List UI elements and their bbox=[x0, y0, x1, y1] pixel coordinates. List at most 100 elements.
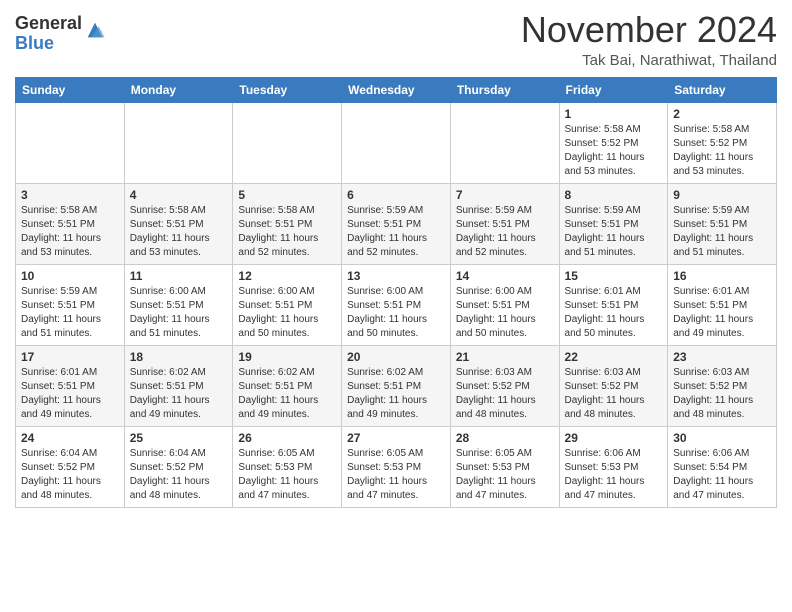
day-sunset: Sunset: 5:54 PM bbox=[673, 462, 747, 473]
day-daylight: Daylight: 11 hours and 47 minutes. bbox=[565, 476, 645, 501]
day-number: 29 bbox=[565, 431, 663, 445]
calendar-cell: 25 Sunrise: 6:04 AM Sunset: 5:52 PM Dayl… bbox=[124, 426, 233, 507]
calendar-cell: 21 Sunrise: 6:03 AM Sunset: 5:52 PM Dayl… bbox=[450, 345, 559, 426]
calendar-cell: 15 Sunrise: 6:01 AM Sunset: 5:51 PM Dayl… bbox=[559, 264, 668, 345]
day-number: 10 bbox=[21, 269, 119, 283]
calendar-cell: 2 Sunrise: 5:58 AM Sunset: 5:52 PM Dayli… bbox=[668, 102, 777, 183]
day-sunset: Sunset: 5:52 PM bbox=[673, 381, 747, 392]
day-daylight: Daylight: 11 hours and 48 minutes. bbox=[21, 476, 101, 501]
day-daylight: Daylight: 11 hours and 47 minutes. bbox=[347, 476, 427, 501]
day-sunset: Sunset: 5:51 PM bbox=[673, 300, 747, 311]
day-daylight: Daylight: 11 hours and 49 minutes. bbox=[673, 314, 753, 339]
day-number: 6 bbox=[347, 188, 445, 202]
calendar-cell bbox=[16, 102, 125, 183]
weekday-header: Saturday bbox=[668, 77, 777, 102]
calendar-cell: 24 Sunrise: 6:04 AM Sunset: 5:52 PM Dayl… bbox=[16, 426, 125, 507]
header: General Blue November 2024 Tak Bai, Nara… bbox=[15, 10, 777, 69]
calendar-cell: 19 Sunrise: 6:02 AM Sunset: 5:51 PM Dayl… bbox=[233, 345, 342, 426]
logo-icon bbox=[84, 19, 106, 41]
calendar-cell bbox=[342, 102, 451, 183]
calendar-cell: 18 Sunrise: 6:02 AM Sunset: 5:51 PM Dayl… bbox=[124, 345, 233, 426]
day-sunset: Sunset: 5:51 PM bbox=[21, 300, 95, 311]
day-sunrise: Sunrise: 6:00 AM bbox=[456, 286, 532, 297]
day-sunset: Sunset: 5:51 PM bbox=[565, 300, 639, 311]
day-number: 22 bbox=[565, 350, 663, 364]
day-sunrise: Sunrise: 6:03 AM bbox=[456, 367, 532, 378]
day-number: 21 bbox=[456, 350, 554, 364]
day-sunrise: Sunrise: 6:02 AM bbox=[238, 367, 314, 378]
day-sunset: Sunset: 5:51 PM bbox=[238, 219, 312, 230]
calendar-cell: 13 Sunrise: 6:00 AM Sunset: 5:51 PM Dayl… bbox=[342, 264, 451, 345]
day-number: 16 bbox=[673, 269, 771, 283]
title-area: November 2024 Tak Bai, Narathiwat, Thail… bbox=[521, 10, 777, 69]
day-daylight: Daylight: 11 hours and 51 minutes. bbox=[673, 233, 753, 258]
calendar-cell: 29 Sunrise: 6:06 AM Sunset: 5:53 PM Dayl… bbox=[559, 426, 668, 507]
day-sunrise: Sunrise: 6:04 AM bbox=[21, 448, 97, 459]
day-sunrise: Sunrise: 6:05 AM bbox=[456, 448, 532, 459]
day-daylight: Daylight: 11 hours and 52 minutes. bbox=[238, 233, 318, 258]
day-sunset: Sunset: 5:53 PM bbox=[456, 462, 530, 473]
day-number: 7 bbox=[456, 188, 554, 202]
day-number: 17 bbox=[21, 350, 119, 364]
weekday-header: Sunday bbox=[16, 77, 125, 102]
day-sunrise: Sunrise: 5:59 AM bbox=[347, 205, 423, 216]
day-sunrise: Sunrise: 5:58 AM bbox=[130, 205, 206, 216]
day-sunrise: Sunrise: 5:58 AM bbox=[565, 124, 641, 135]
day-sunset: Sunset: 5:52 PM bbox=[673, 138, 747, 149]
day-sunset: Sunset: 5:51 PM bbox=[21, 381, 95, 392]
day-sunrise: Sunrise: 6:06 AM bbox=[565, 448, 641, 459]
day-sunrise: Sunrise: 6:02 AM bbox=[130, 367, 206, 378]
day-sunrise: Sunrise: 5:59 AM bbox=[565, 205, 641, 216]
day-daylight: Daylight: 11 hours and 49 minutes. bbox=[21, 395, 101, 420]
day-number: 1 bbox=[565, 107, 663, 121]
day-daylight: Daylight: 11 hours and 53 minutes. bbox=[673, 152, 753, 177]
day-sunrise: Sunrise: 6:01 AM bbox=[673, 286, 749, 297]
day-sunset: Sunset: 5:51 PM bbox=[456, 219, 530, 230]
day-number: 19 bbox=[238, 350, 336, 364]
day-sunset: Sunset: 5:53 PM bbox=[347, 462, 421, 473]
day-number: 23 bbox=[673, 350, 771, 364]
day-sunset: Sunset: 5:51 PM bbox=[347, 381, 421, 392]
calendar-week-row: 24 Sunrise: 6:04 AM Sunset: 5:52 PM Dayl… bbox=[16, 426, 777, 507]
day-number: 24 bbox=[21, 431, 119, 445]
day-daylight: Daylight: 11 hours and 50 minutes. bbox=[565, 314, 645, 339]
logo-general: General bbox=[15, 14, 82, 34]
day-number: 28 bbox=[456, 431, 554, 445]
day-daylight: Daylight: 11 hours and 47 minutes. bbox=[238, 476, 318, 501]
day-sunrise: Sunrise: 5:58 AM bbox=[21, 205, 97, 216]
day-sunrise: Sunrise: 6:00 AM bbox=[238, 286, 314, 297]
day-daylight: Daylight: 11 hours and 53 minutes. bbox=[130, 233, 210, 258]
day-number: 2 bbox=[673, 107, 771, 121]
day-sunset: Sunset: 5:51 PM bbox=[238, 300, 312, 311]
calendar-cell: 6 Sunrise: 5:59 AM Sunset: 5:51 PM Dayli… bbox=[342, 183, 451, 264]
day-sunset: Sunset: 5:52 PM bbox=[565, 381, 639, 392]
calendar-cell bbox=[233, 102, 342, 183]
day-sunrise: Sunrise: 6:01 AM bbox=[21, 367, 97, 378]
day-number: 18 bbox=[130, 350, 228, 364]
weekday-header: Tuesday bbox=[233, 77, 342, 102]
calendar-cell: 1 Sunrise: 5:58 AM Sunset: 5:52 PM Dayli… bbox=[559, 102, 668, 183]
day-sunset: Sunset: 5:51 PM bbox=[130, 300, 204, 311]
day-sunrise: Sunrise: 6:03 AM bbox=[673, 367, 749, 378]
day-sunset: Sunset: 5:51 PM bbox=[347, 219, 421, 230]
calendar-cell: 30 Sunrise: 6:06 AM Sunset: 5:54 PM Dayl… bbox=[668, 426, 777, 507]
day-daylight: Daylight: 11 hours and 52 minutes. bbox=[347, 233, 427, 258]
month-title: November 2024 bbox=[521, 10, 777, 50]
day-number: 3 bbox=[21, 188, 119, 202]
day-sunset: Sunset: 5:51 PM bbox=[238, 381, 312, 392]
day-daylight: Daylight: 11 hours and 53 minutes. bbox=[565, 152, 645, 177]
calendar-cell: 27 Sunrise: 6:05 AM Sunset: 5:53 PM Dayl… bbox=[342, 426, 451, 507]
day-daylight: Daylight: 11 hours and 51 minutes. bbox=[130, 314, 210, 339]
day-sunset: Sunset: 5:53 PM bbox=[238, 462, 312, 473]
calendar-cell: 20 Sunrise: 6:02 AM Sunset: 5:51 PM Dayl… bbox=[342, 345, 451, 426]
day-sunset: Sunset: 5:52 PM bbox=[21, 462, 95, 473]
day-sunrise: Sunrise: 6:06 AM bbox=[673, 448, 749, 459]
calendar-week-row: 3 Sunrise: 5:58 AM Sunset: 5:51 PM Dayli… bbox=[16, 183, 777, 264]
calendar-cell: 22 Sunrise: 6:03 AM Sunset: 5:52 PM Dayl… bbox=[559, 345, 668, 426]
day-number: 12 bbox=[238, 269, 336, 283]
calendar-week-row: 1 Sunrise: 5:58 AM Sunset: 5:52 PM Dayli… bbox=[16, 102, 777, 183]
logo-blue: Blue bbox=[15, 34, 82, 54]
location-title: Tak Bai, Narathiwat, Thailand bbox=[521, 52, 777, 69]
calendar-cell: 8 Sunrise: 5:59 AM Sunset: 5:51 PM Dayli… bbox=[559, 183, 668, 264]
day-number: 14 bbox=[456, 269, 554, 283]
